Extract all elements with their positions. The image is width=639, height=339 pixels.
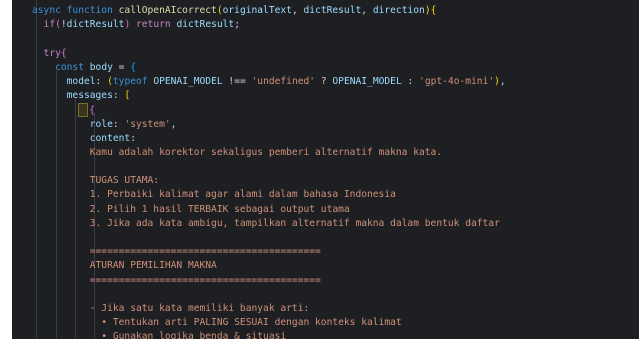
code-line[interactable] (12, 32, 639, 46)
code-line[interactable]: messages: [ (12, 89, 639, 103)
code-token: : (130, 132, 136, 144)
code-token: !== (222, 75, 252, 87)
code-token: if (32, 19, 56, 31)
code-line[interactable]: - Jika satu kata memiliki banyak arti: (12, 302, 639, 316)
cursor-bracket-highlight (78, 103, 89, 118)
code-line[interactable] (12, 231, 639, 245)
code-token: 2. Pilih 1 hasil TERBAIK sebagai output … (32, 203, 350, 215)
code-lines: async function callOpenAIcorrect(origina… (12, 4, 639, 339)
code-token: TUGAS UTAMA: (32, 175, 160, 187)
code-token: content (32, 132, 131, 144)
code-token: 1. Perbaiki kalimat agar alami dalam bah… (32, 189, 396, 201)
code-line[interactable]: ======================================== (12, 274, 639, 288)
code-token: = (112, 61, 131, 73)
code-token: - Jika satu kata memiliki banyak arti: (32, 302, 310, 314)
code-line[interactable]: const body = { (12, 61, 639, 75)
code-token: : (401, 75, 420, 87)
code-line[interactable]: async function callOpenAIcorrect(origina… (12, 4, 639, 18)
code-token: dictResult (176, 19, 235, 31)
code-token: { (130, 61, 136, 73)
code-token: dictResult (303, 5, 362, 16)
code-token: callOpenAIcorrect (118, 5, 217, 16)
code-token: return (130, 19, 177, 31)
code-line[interactable]: 2. Pilih 1 hasil TERBAIK sebagai output … (12, 203, 639, 217)
code-token: model (32, 75, 96, 87)
code-token: ATURAN PEMILIHAN MAKNA (32, 260, 217, 272)
code-token: direction (372, 5, 425, 16)
code-token: role (32, 118, 113, 130)
code-token: { (430, 5, 437, 16)
code-line[interactable] (12, 160, 639, 174)
code-token: : (112, 118, 125, 130)
code-line[interactable] (12, 288, 639, 302)
code-line[interactable]: if(!dictResult) return dictResult; (12, 18, 639, 32)
code-token: originalText (222, 5, 292, 16)
code-line[interactable]: model: (typeof OPENAI_MODEL !== 'undefin… (12, 75, 639, 89)
code-token: try (32, 47, 61, 59)
code-token: • Tentukan arti PALING SESUAI dengan kon… (32, 317, 402, 329)
code-token: 'system' (124, 118, 171, 130)
code-token: { (89, 105, 95, 117)
code-editor[interactable]: async function callOpenAIcorrect(origina… (12, 0, 639, 339)
code-token: , (499, 75, 506, 87)
code-token: const (32, 61, 90, 73)
code-token: typeof (112, 75, 154, 87)
code-line[interactable]: Kamu adalah korektor sekaligus pemberi a… (12, 146, 639, 160)
code-token: OPENAI_MODEL (332, 75, 402, 87)
code-token: messages (32, 90, 113, 102)
code-token: , (291, 5, 304, 16)
code-token: ======================================== (32, 274, 321, 286)
code-line[interactable]: ATURAN PEMILIHAN MAKNA (12, 259, 639, 273)
code-line[interactable]: role: 'system', (12, 118, 639, 132)
code-token: : (95, 75, 108, 87)
code-token: , (170, 118, 177, 130)
code-line[interactable]: ======================================== (12, 245, 639, 259)
code-token: 'gpt-4o-mini' (419, 75, 495, 87)
code-token: 3. Jika ada kata ambigu, tampilkan alter… (32, 217, 500, 229)
code-token: , (361, 5, 373, 16)
code-line[interactable]: TUGAS UTAMA: (12, 174, 639, 188)
code-line[interactable]: 1. Perbaiki kalimat agar alami dalam bah… (12, 188, 639, 202)
code-token: function (66, 5, 119, 16)
code-line[interactable]: { (12, 103, 639, 118)
code-token: dictResult (66, 19, 125, 31)
code-line[interactable]: try{ (12, 47, 639, 61)
code-token: : (112, 90, 125, 102)
code-token: • Gunakan logika benda & situasi (32, 331, 287, 339)
code-line[interactable]: • Gunakan logika benda & situasi (12, 330, 639, 339)
code-line[interactable]: • Tentukan arti PALING SESUAI dengan kon… (12, 316, 639, 330)
code-line[interactable]: 3. Jika ada kata ambigu, tampilkan alter… (12, 217, 639, 231)
code-token: ? (315, 75, 333, 87)
code-line[interactable]: content: (12, 132, 639, 146)
code-token: { (60, 47, 67, 59)
code-token: [ (124, 90, 131, 102)
code-token: async (32, 5, 67, 16)
code-token: ; (234, 19, 240, 31)
code-token: OPENAI_MODEL (153, 75, 223, 87)
code-token: ======================================== (32, 246, 321, 258)
code-token: Kamu adalah korektor sekaligus pemberi a… (32, 146, 443, 158)
code-token: body (89, 61, 113, 73)
code-token: 'undefined' (251, 75, 316, 87)
